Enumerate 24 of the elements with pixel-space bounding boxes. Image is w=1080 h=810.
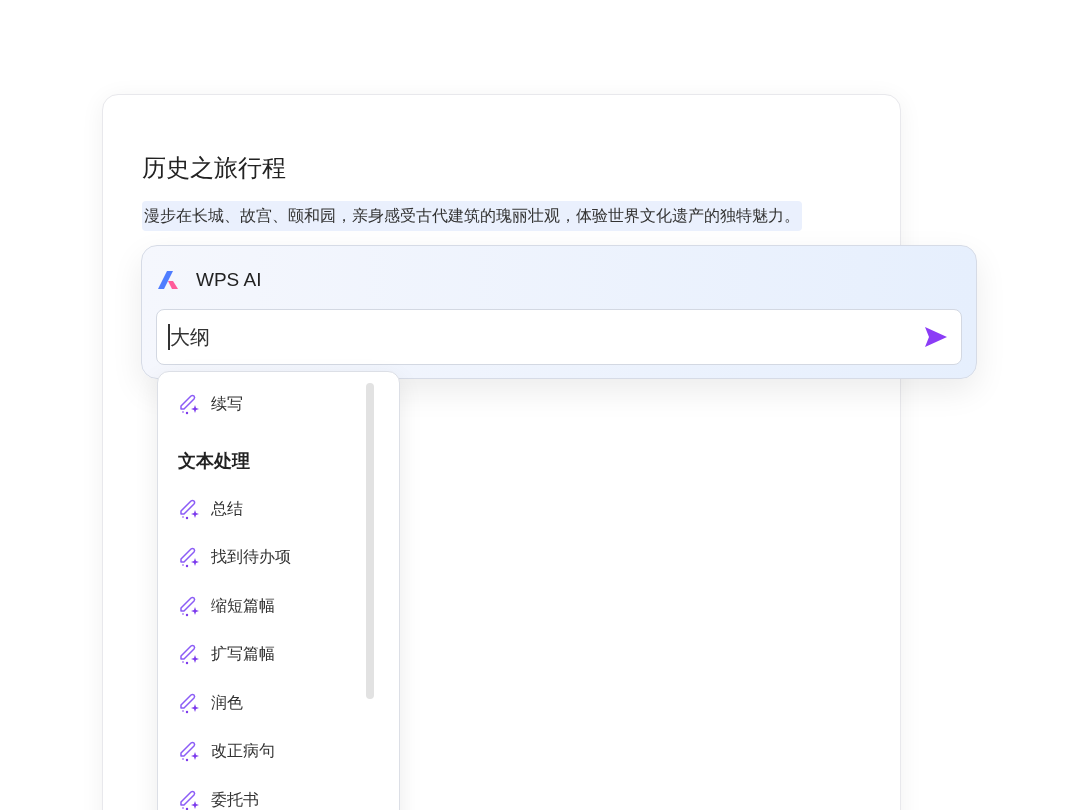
menu-item[interactable]: 总结 bbox=[178, 484, 368, 533]
panel-title: WPS AI bbox=[196, 268, 262, 292]
document-title: 历史之旅行程 bbox=[142, 153, 287, 183]
section-heading: 文本处理 bbox=[178, 450, 250, 473]
input-value: 大纲 bbox=[169, 324, 211, 350]
menu-item[interactable]: 委托书 bbox=[178, 775, 368, 810]
menu-item[interactable]: 改正病句 bbox=[178, 727, 368, 776]
magic-pen-icon bbox=[178, 643, 200, 666]
menu-item[interactable]: 扩写篇幅 bbox=[178, 630, 368, 679]
magic-pen-icon bbox=[178, 497, 200, 520]
magic-pen-icon bbox=[178, 546, 200, 569]
magic-pen-icon bbox=[178, 740, 200, 763]
magic-pen-icon bbox=[178, 393, 200, 416]
menu-item[interactable]: 找到待办项 bbox=[178, 533, 368, 582]
magic-pen-icon bbox=[178, 594, 200, 617]
menu-item[interactable]: 续写 bbox=[178, 380, 368, 429]
menu-item[interactable]: 润色 bbox=[178, 678, 368, 727]
scrollbar-thumb[interactable] bbox=[366, 383, 374, 699]
magic-pen-icon bbox=[178, 691, 200, 714]
magic-pen-icon bbox=[178, 788, 200, 810]
text-cursor bbox=[168, 323, 170, 350]
highlighted-paragraph: 漫步在长城、故宫、颐和园，亲身感受古代建筑的瑰丽壮观，体验世界文化遗产的独特魅力。 bbox=[142, 201, 802, 231]
prompt-input-field[interactable]: 大纲 bbox=[156, 308, 962, 365]
menu-item[interactable]: 缩短篇幅 bbox=[178, 581, 368, 630]
